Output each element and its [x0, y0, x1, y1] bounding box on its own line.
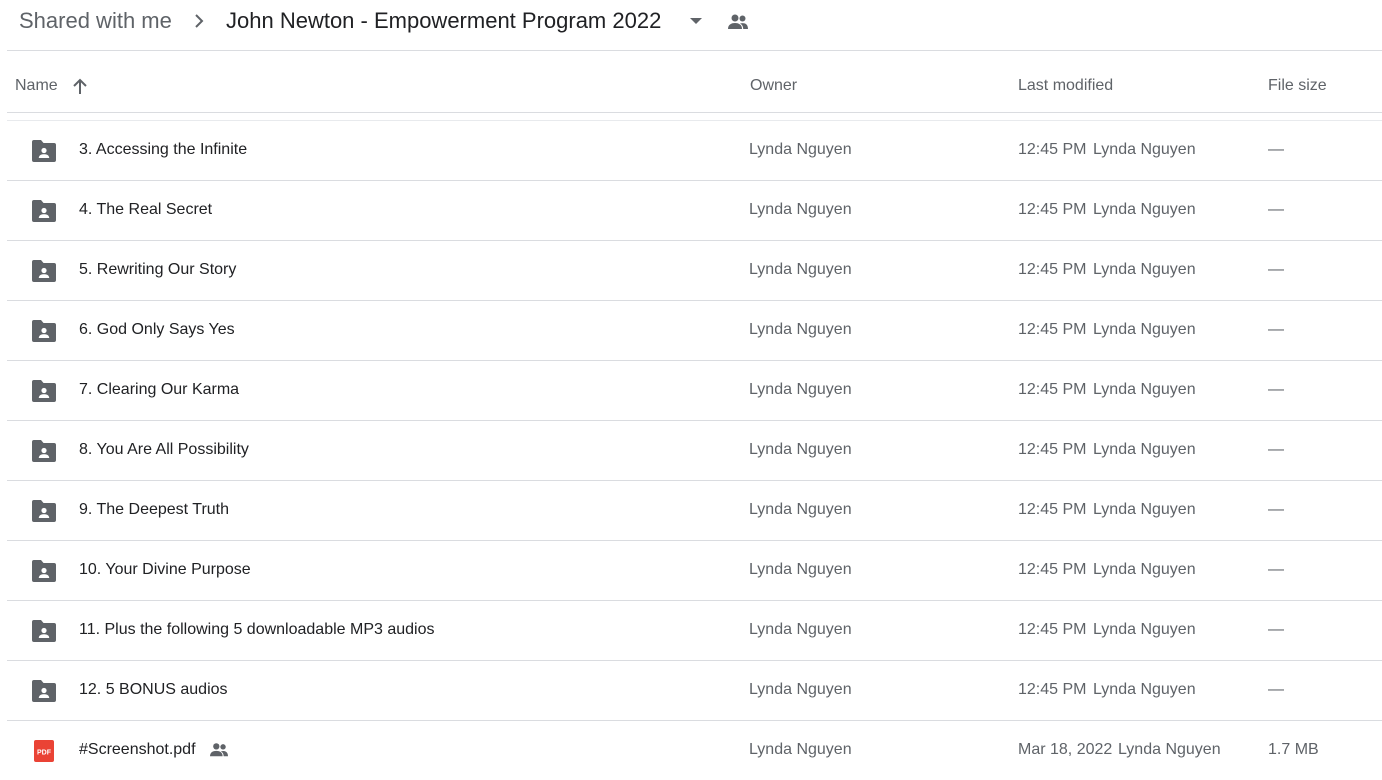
file-row[interactable]: 5. Rewriting Our Story Lynda Nguyen 12:4…	[0, 241, 1382, 301]
file-owner: Lynda Nguyen	[749, 321, 852, 338]
last-modified-date: 12:45 PM	[1018, 621, 1087, 638]
file-owner: Lynda Nguyen	[749, 261, 852, 278]
file-row[interactable]: 7. Clearing Our Karma Lynda Nguyen 12:45…	[0, 361, 1382, 421]
file-size: —	[1268, 261, 1284, 278]
file-size: —	[1268, 201, 1284, 218]
file-name[interactable]: 10. Your Divine Purpose	[79, 560, 251, 580]
last-modified-date: 12:45 PM	[1018, 681, 1087, 698]
file-owner: Lynda Nguyen	[749, 561, 852, 578]
column-header-owner: Owner	[750, 77, 798, 94]
file-row[interactable]: 12. 5 BONUS audios Lynda Nguyen 12:45 PM…	[0, 661, 1382, 721]
file-size: —	[1268, 621, 1284, 638]
column-headers: Name Owner Last modified File size	[0, 51, 1382, 113]
file-name[interactable]: 11. Plus the following 5 downloadable MP…	[79, 620, 435, 640]
column-header-last-modified[interactable]: Last modified	[1018, 76, 1113, 96]
pdf-icon: PDF	[34, 740, 54, 762]
shared-folder-icon	[32, 140, 56, 162]
file-name[interactable]: #Screenshot.pdf	[79, 740, 196, 760]
file-name[interactable]: 8. You Are All Possibility	[79, 440, 249, 460]
last-modified-date: 12:45 PM	[1018, 261, 1087, 278]
file-row[interactable]: PDF #Screenshot.pdf Lynda Nguyen Mar 18,…	[0, 721, 1382, 780]
shared-folder-icon	[32, 200, 56, 222]
last-modified-date: 12:45 PM	[1018, 141, 1087, 158]
shared-folder-icon	[32, 440, 56, 462]
file-row[interactable]: 8. You Are All Possibility Lynda Nguyen …	[0, 421, 1382, 481]
file-row[interactable]: 4. The Real Secret Lynda Nguyen 12:45 PM…	[0, 181, 1382, 241]
breadcrumb: Shared with me John Newton - Empowerment…	[0, 0, 1382, 50]
last-modified-date: 12:45 PM	[1018, 201, 1087, 218]
file-row[interactable]: 9. The Deepest Truth Lynda Nguyen 12:45 …	[0, 481, 1382, 541]
last-modified-date: 12:45 PM	[1018, 501, 1087, 518]
file-owner: Lynda Nguyen	[749, 741, 852, 758]
last-modified-by: Lynda Nguyen	[1093, 321, 1196, 338]
shared-folder-icon	[32, 500, 56, 522]
file-owner: Lynda Nguyen	[749, 201, 852, 218]
pdf-icon-label: PDF	[37, 750, 52, 757]
people-icon	[728, 14, 748, 29]
last-modified-by: Lynda Nguyen	[1093, 201, 1196, 218]
file-row[interactable]: 10. Your Divine Purpose Lynda Nguyen 12:…	[0, 541, 1382, 601]
file-name[interactable]: 9. The Deepest Truth	[79, 500, 229, 520]
shared-folder-icon	[32, 680, 56, 702]
last-modified-by: Lynda Nguyen	[1093, 561, 1196, 578]
last-modified-by: Lynda Nguyen	[1093, 141, 1196, 158]
people-icon	[210, 743, 228, 757]
file-list: 3. Accessing the Infinite Lynda Nguyen 1…	[0, 121, 1382, 780]
file-owner: Lynda Nguyen	[749, 381, 852, 398]
file-owner: Lynda Nguyen	[749, 501, 852, 518]
file-row[interactable]: 3. Accessing the Infinite Lynda Nguyen 1…	[0, 121, 1382, 181]
shared-folder-icon	[32, 560, 56, 582]
file-size: —	[1268, 141, 1284, 158]
drive-file-list-page: Shared with me John Newton - Empowerment…	[0, 0, 1382, 780]
file-row[interactable]: 6. God Only Says Yes Lynda Nguyen 12:45 …	[0, 301, 1382, 361]
file-name[interactable]: 3. Accessing the Infinite	[79, 140, 247, 160]
last-modified-by: Lynda Nguyen	[1093, 681, 1196, 698]
file-row[interactable]: 11. Plus the following 5 downloadable MP…	[0, 601, 1382, 661]
breadcrumb-shared-with-me[interactable]: Shared with me	[19, 6, 172, 36]
file-size: —	[1268, 681, 1284, 698]
file-name[interactable]: 4. The Real Secret	[79, 200, 212, 220]
column-header-name[interactable]: Name	[15, 76, 58, 96]
last-modified-date: 12:45 PM	[1018, 441, 1087, 458]
file-name[interactable]: 7. Clearing Our Karma	[79, 380, 239, 400]
file-owner: Lynda Nguyen	[749, 621, 852, 638]
column-header-divider	[7, 112, 1382, 113]
last-modified-by: Lynda Nguyen	[1118, 741, 1221, 758]
shared-folder-icon	[32, 380, 56, 402]
last-modified-date: 12:45 PM	[1018, 381, 1087, 398]
last-modified-by: Lynda Nguyen	[1093, 621, 1196, 638]
file-name[interactable]: 6. God Only Says Yes	[79, 320, 235, 340]
chevron-right-icon	[195, 14, 204, 28]
file-owner: Lynda Nguyen	[749, 441, 852, 458]
last-modified-by: Lynda Nguyen	[1093, 261, 1196, 278]
last-modified-by: Lynda Nguyen	[1093, 381, 1196, 398]
column-header-file-size[interactable]: File size	[1268, 76, 1327, 96]
last-modified-by: Lynda Nguyen	[1093, 441, 1196, 458]
file-size: —	[1268, 501, 1284, 518]
shared-folder-icon	[32, 260, 56, 282]
last-modified-date: Mar 18, 2022	[1018, 741, 1113, 758]
file-name[interactable]: 5. Rewriting Our Story	[79, 260, 236, 280]
last-modified-date: 12:45 PM	[1018, 321, 1087, 338]
file-owner: Lynda Nguyen	[749, 681, 852, 698]
shared-folder-icon	[32, 620, 56, 642]
file-size: —	[1268, 561, 1284, 578]
file-size: 1.7 MB	[1268, 741, 1319, 758]
arrow-up-icon[interactable]	[70, 77, 90, 97]
last-modified-by: Lynda Nguyen	[1093, 501, 1196, 518]
caret-down-icon[interactable]	[688, 15, 704, 27]
last-modified-date: 12:45 PM	[1018, 561, 1087, 578]
file-size: —	[1268, 441, 1284, 458]
file-owner: Lynda Nguyen	[749, 141, 852, 158]
file-size: —	[1268, 321, 1284, 338]
file-name[interactable]: 12. 5 BONUS audios	[79, 680, 228, 700]
file-size: —	[1268, 381, 1284, 398]
shared-folder-icon	[32, 320, 56, 342]
breadcrumb-current-folder[interactable]: John Newton - Empowerment Program 2022	[226, 6, 661, 36]
